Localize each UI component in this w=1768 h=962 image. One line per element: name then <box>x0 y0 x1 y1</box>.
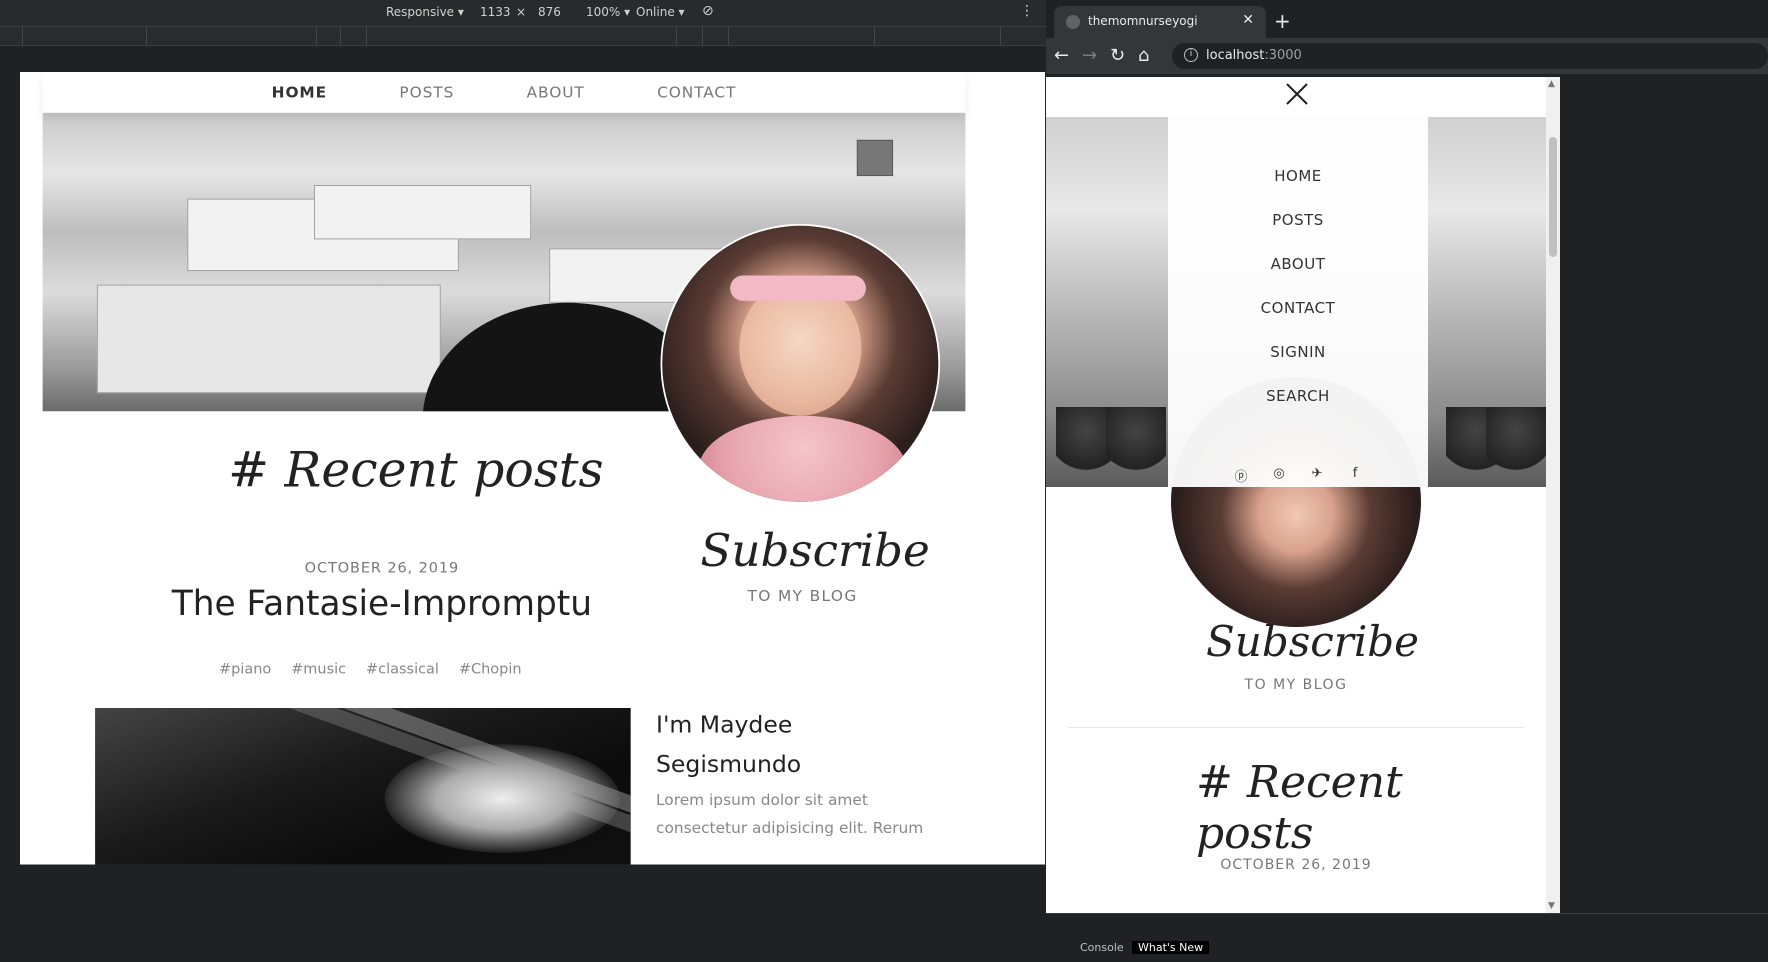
rotate-icon[interactable]: ⊘ <box>702 3 714 19</box>
home-icon[interactable]: ⌂ <box>1138 45 1149 66</box>
post-date: OCTOBER 26, 2019 <box>1220 857 1372 873</box>
nav-contact[interactable]: CONTACT <box>657 83 736 101</box>
recent-posts-heading: # Recent posts <box>1196 757 1403 859</box>
tag-link[interactable]: #music <box>291 660 346 677</box>
menu-home[interactable]: HOME <box>1168 167 1428 185</box>
nav-posts[interactable]: POSTS <box>399 83 454 101</box>
dimension-separator: × <box>516 5 527 19</box>
subscribe-heading[interactable]: Subscribe <box>1206 617 1419 666</box>
menu-contact[interactable]: CONTACT <box>1168 299 1428 317</box>
forward-icon[interactable]: → <box>1082 45 1097 66</box>
reload-icon[interactable]: ↻ <box>1110 45 1125 66</box>
scroll-up-icon[interactable]: ▲ <box>1548 79 1555 89</box>
nav-home[interactable]: HOME <box>272 83 327 101</box>
post-image[interactable] <box>95 708 631 865</box>
divider <box>1068 727 1524 728</box>
social-links: ⓟ ◎ ✈ f <box>1234 466 1362 485</box>
menu-posts[interactable]: POSTS <box>1168 211 1428 229</box>
height-input[interactable]: 876 <box>538 5 561 19</box>
tab-strip: themomnurseyogi ✕ + <box>1046 0 1768 38</box>
back-icon[interactable]: ← <box>1054 45 1069 66</box>
address-bar[interactable]: i localhost:3000 <box>1172 43 1768 69</box>
close-icon[interactable]: ✕ <box>1242 12 1254 28</box>
top-nav: HOME POSTS ABOUT CONTACT <box>42 72 966 113</box>
nav-about[interactable]: ABOUT <box>527 83 585 101</box>
throttle-select[interactable]: Online ▾ <box>636 5 685 19</box>
subscribe-subtitle: TO MY BLOG <box>1244 677 1348 693</box>
menu-search[interactable]: SEARCH <box>1168 387 1428 405</box>
toolbar: ← → ↻ ⌂ i localhost:3000 <box>1046 38 1768 74</box>
scrollbar[interactable]: ▲ ▼ <box>1546 77 1560 913</box>
menu-about[interactable]: ABOUT <box>1168 255 1428 273</box>
recent-posts-heading: # Recent posts <box>228 441 604 499</box>
post-date: OCTOBER 26, 2019 <box>304 558 460 576</box>
scroll-down-icon[interactable]: ▼ <box>1548 901 1555 911</box>
device-select[interactable]: Responsive ▾ <box>386 5 464 19</box>
tag-link[interactable]: #classical <box>366 660 439 677</box>
new-tab-button[interactable]: + <box>1274 9 1291 33</box>
instagram-icon[interactable]: ◎ <box>1272 466 1286 485</box>
facebook-icon[interactable]: f <box>1348 466 1362 485</box>
profile-photo <box>662 225 939 502</box>
kebab-icon[interactable]: ⋮ <box>1020 3 1034 19</box>
responsive-viewport: HOME POSTS ABOUT CONTACT # Recent posts … <box>20 72 1046 865</box>
post-title[interactable]: The Fantasie-Impromptu <box>138 583 627 623</box>
twitter-icon[interactable]: ✈ <box>1310 466 1324 485</box>
url-text: localhost:3000 <box>1206 48 1302 63</box>
tag-link[interactable]: #Chopin <box>459 660 522 677</box>
about-name-line1: I'm Maydee <box>656 711 793 739</box>
width-input[interactable]: 1133 <box>480 5 511 19</box>
media-query-ruler <box>0 26 1046 46</box>
tag-link[interactable]: #piano <box>219 660 271 677</box>
window-edge <box>1560 77 1768 913</box>
whats-new-tab[interactable]: What's New <box>1132 941 1210 954</box>
browser-tab[interactable]: themomnurseyogi ✕ <box>1054 6 1266 38</box>
scroll-thumb[interactable] <box>1549 137 1557 257</box>
about-name-line2: Segismundo <box>656 751 802 779</box>
subscribe-heading[interactable]: Subscribe <box>700 524 929 576</box>
zoom-select[interactable]: 100% ▾ <box>586 5 630 19</box>
info-icon[interactable]: i <box>1184 48 1198 62</box>
about-name: I'm Maydee Segismundo <box>656 705 837 785</box>
device-toolbar: Responsive ▾ 1133 × 876 100% ▾ Online ▾ … <box>0 0 1046 26</box>
about-text: Lorem ipsum dolor sit amet consectetur a… <box>656 791 924 838</box>
tab-title: themomnurseyogi <box>1088 14 1198 28</box>
devtools-drawer: Console What's New <box>1046 913 1768 962</box>
console-tab[interactable]: Console <box>1080 941 1124 954</box>
post-tags: #piano #music #classical #Chopin <box>219 660 521 677</box>
subscribe-subtitle: TO MY BLOG <box>747 587 858 606</box>
pinterest-icon[interactable]: ⓟ <box>1234 466 1248 485</box>
menu-signin[interactable]: SIGNIN <box>1168 343 1428 361</box>
favicon-icon <box>1066 15 1080 29</box>
mobile-page: HOME POSTS ABOUT CONTACT SIGNIN SEARCH ⓟ… <box>1046 77 1546 913</box>
mobile-menu: HOME POSTS ABOUT CONTACT SIGNIN SEARCH <box>1168 117 1428 487</box>
close-icon[interactable] <box>1284 81 1310 107</box>
